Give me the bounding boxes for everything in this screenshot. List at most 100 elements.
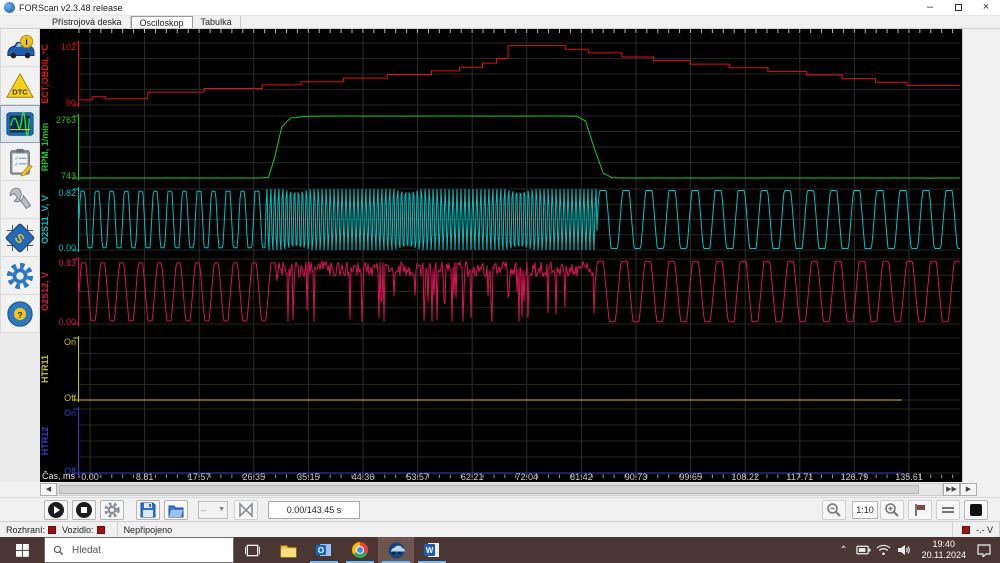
scroll-track[interactable]	[57, 483, 943, 496]
lines-icon	[942, 507, 954, 513]
app-logo-icon	[4, 2, 15, 13]
clear-button[interactable]	[234, 499, 258, 520]
record-settings-button[interactable]	[100, 499, 124, 520]
svg-text:44.36: 44.36	[352, 472, 375, 482]
close-button[interactable]: ×	[972, 0, 1000, 15]
svg-text:90: 90	[66, 98, 76, 108]
svg-text:On: On	[64, 337, 76, 347]
signal-combo[interactable]: – ▼	[198, 500, 228, 519]
sidebar-item-dtc[interactable]: DTC	[0, 67, 40, 105]
wifi-icon[interactable]	[874, 544, 894, 556]
stop-icon	[76, 501, 92, 518]
sidebar-item-settings[interactable]	[0, 257, 40, 295]
restore-button[interactable]	[944, 0, 972, 15]
taskbar-file-explorer[interactable]	[270, 537, 306, 563]
svg-text:135.61: 135.61	[895, 472, 923, 482]
taskbar-search-input[interactable]: Hledat	[44, 537, 234, 563]
tab-osciloskop[interactable]: Osciloskop	[130, 16, 193, 28]
help-icon: ?	[7, 300, 33, 327]
taskbar-chrome[interactable]	[342, 537, 378, 563]
outlook-icon: O	[316, 544, 331, 556]
sidebar-item-service[interactable]	[0, 181, 40, 219]
task-view-icon	[244, 544, 260, 556]
svg-text:0.82: 0.82	[58, 188, 76, 198]
clock-date: 20.11.2024	[921, 550, 966, 560]
svg-text:62.21: 62.21	[461, 472, 484, 482]
svg-text:RPM, 1/min: RPM, 1/min	[40, 123, 50, 172]
svg-text:0.83: 0.83	[58, 258, 76, 268]
stop-button[interactable]	[72, 499, 96, 520]
oscilloscope-chart-area[interactable]: ECT,OBDII, °C 102 90 RPM, 1/min 2763 743 O2S11…	[40, 29, 962, 482]
voltage-value: -.- V	[976, 524, 993, 535]
marker-flag-icon	[915, 504, 925, 516]
voltage-status-led	[962, 525, 970, 534]
save-icon	[140, 502, 156, 517]
gear-icon	[6, 262, 34, 289]
scroll-start-button[interactable]: ◀	[40, 483, 57, 496]
play-icon	[48, 501, 64, 518]
zoom-ratio-select[interactable]: 1:10	[852, 501, 878, 519]
zoom-out-button[interactable]	[822, 500, 846, 520]
start-button[interactable]	[0, 537, 44, 563]
tab-tabulka[interactable]: Tabulka	[193, 16, 241, 28]
status-interface: Rozhraní: Vozidlo:	[0, 522, 118, 537]
sidebar-item-oscilloscope[interactable]	[0, 105, 40, 143]
minimize-button[interactable]: –	[916, 0, 944, 15]
svg-text:53.57: 53.57	[406, 472, 429, 482]
sidebar-item-programming[interactable]: S	[0, 219, 40, 257]
chrome-icon	[352, 542, 368, 558]
open-button[interactable]	[164, 499, 188, 520]
status-connection: Nepřipojeno	[118, 522, 952, 537]
tray-expand-chevron-icon[interactable]: ⌃	[834, 545, 854, 556]
file-explorer-icon	[280, 544, 296, 558]
status-voltage: -.- V	[952, 522, 1000, 537]
taskbar-word[interactable]: W	[414, 537, 450, 563]
svg-text:0.00: 0.00	[58, 317, 76, 327]
action-center-icon[interactable]	[974, 543, 994, 557]
scroll-thumb[interactable]	[59, 485, 919, 494]
vehicle-status-led	[96, 525, 105, 534]
svg-text:108.22: 108.22	[731, 472, 759, 482]
task-view-button[interactable]	[234, 537, 270, 563]
svg-text:17.57: 17.57	[188, 472, 211, 482]
volume-icon[interactable]	[894, 544, 914, 556]
sidebar-item-vehicle-info[interactable]: i	[0, 29, 40, 67]
svg-text:O2S11_V, V: O2S11_V, V	[40, 195, 50, 244]
svg-text:0.00: 0.00	[81, 472, 99, 482]
scroll-end-button[interactable]: ▶	[960, 483, 977, 496]
taskbar-forscan[interactable]	[378, 537, 414, 563]
svg-text:72.04: 72.04	[516, 472, 539, 482]
taskbar-clock[interactable]: 19:40 20.11.2024	[914, 539, 974, 561]
zoom-in-button[interactable]	[880, 500, 904, 520]
svg-text:Čas, ms: Čas, ms	[42, 471, 76, 481]
marker-button[interactable]	[908, 500, 932, 520]
svg-text:ECT,OBDII, °C: ECT,OBDII, °C	[40, 44, 50, 104]
oscilloscope-chart[interactable]: ECT,OBDII, °C 102 90 RPM, 1/min 2763 743 O2S11…	[40, 29, 962, 482]
oscilloscope-toolbar: – ▼ 0.00/143.45 s 1:10	[0, 497, 1000, 521]
interface-label: Rozhraní:	[6, 524, 46, 535]
battery-icon[interactable]	[854, 544, 874, 556]
magnifier-minus-icon	[827, 503, 841, 517]
save-button[interactable]	[136, 499, 160, 520]
word-icon: W	[424, 543, 439, 557]
svg-text:✓: ✓	[14, 161, 19, 167]
black-square-icon	[970, 504, 982, 516]
interface-status-led	[48, 525, 57, 534]
tab-pristrojova-deska[interactable]: Přístrojová deska	[44, 16, 131, 28]
svg-text:DTC: DTC	[12, 87, 28, 96]
dtc-warning-icon: DTC	[6, 72, 34, 98]
sidebar-item-tests[interactable]: ✓ ✓	[0, 143, 40, 181]
scroll-fast-forward-button[interactable]: ▶▶	[943, 483, 960, 496]
background-color-button[interactable]	[964, 500, 988, 520]
vehicle-label: Vozidlo:	[62, 524, 94, 535]
svg-text:O: O	[318, 546, 324, 555]
taskbar-outlook[interactable]: O	[306, 537, 342, 563]
svg-text:W: W	[426, 546, 434, 555]
grid-lines-button[interactable]	[936, 500, 960, 520]
play-button[interactable]	[44, 499, 68, 520]
sidebar-item-help[interactable]: ?	[0, 295, 40, 333]
svg-text:HTR12: HTR12	[40, 427, 50, 456]
sidebar: i DTC ✓ ✓ S ?	[0, 29, 40, 482]
wrench-icon	[9, 187, 32, 209]
svg-text:99.65: 99.65	[679, 472, 702, 482]
